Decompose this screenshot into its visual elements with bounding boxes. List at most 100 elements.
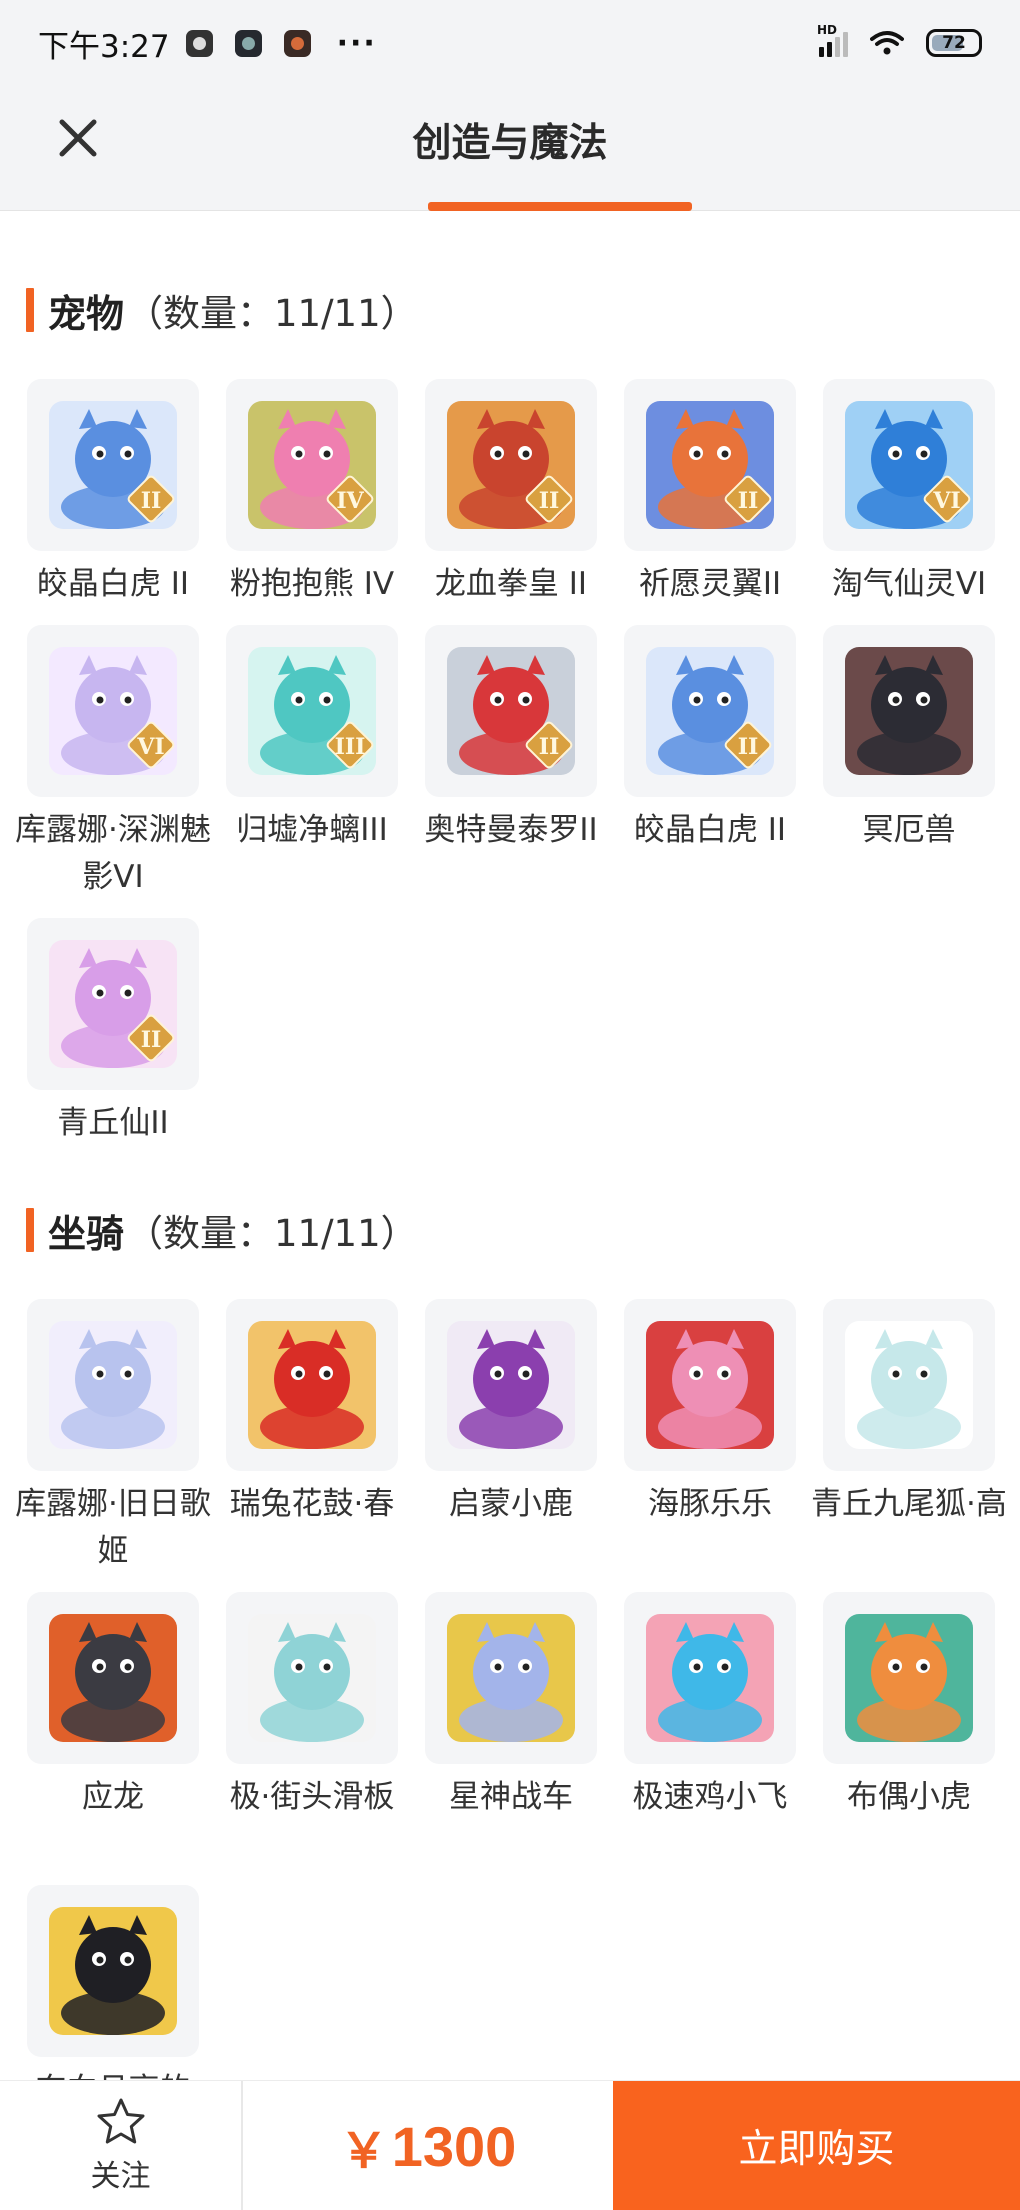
item-thumbnail (823, 1592, 995, 1764)
network-type: HD (817, 23, 838, 37)
item-card[interactable]: II 龙血拳皇 II (425, 379, 597, 608)
section-title-mounts: 坐骑 （数量：11/11） (26, 1205, 418, 1256)
item-thumbnail (425, 1299, 597, 1471)
pink-bear-icon: IV (248, 401, 376, 529)
item-thumbnail (823, 1299, 995, 1471)
item-card[interactable]: 星神战车 (425, 1592, 597, 1821)
star-icon (97, 2098, 144, 2144)
dark-beast-icon (845, 647, 973, 775)
item-label: 极速鸡小飞 (632, 1779, 788, 1815)
black-pig-icon (49, 1907, 177, 2035)
ultraman-icon: II (447, 647, 575, 775)
item-card[interactable]: 奔向月亮的 (27, 1885, 199, 2080)
item-card[interactable]: VI 库露娜·深渊魅影VI (15, 625, 211, 901)
page-header: 创造与魔法 (0, 86, 1020, 211)
item-card[interactable]: 启蒙小鹿 (425, 1299, 597, 1528)
item-label: 布偶小虎 (847, 1779, 971, 1815)
battery-level: 72 (942, 33, 966, 53)
fairy-girl-icon: VI (49, 647, 177, 775)
status-indicators: HD 72 (817, 23, 982, 57)
spirit-bird-icon: II (646, 401, 774, 529)
item-card[interactable]: II 青丘仙II (27, 918, 199, 1147)
item-card[interactable]: III 归墟净螭III (226, 625, 398, 854)
follow-button[interactable]: 关注 (0, 2081, 243, 2210)
item-card[interactable]: II 皎晶白虎 II (27, 379, 199, 608)
drum-rabbit-icon (248, 1321, 376, 1449)
item-thumbnail: II (624, 379, 796, 551)
item-thumbnail: II (624, 625, 796, 797)
bottom-bar: 关注 ￥ 1300 立即购买 (0, 2080, 1020, 2210)
item-card[interactable]: 布偶小虎 (823, 1592, 995, 1821)
item-label: 奥特曼泰罗II (424, 812, 598, 848)
jade-dragon-icon: III (248, 647, 376, 775)
item-thumbnail (624, 1299, 796, 1471)
section-count: （数量：11/11） (126, 292, 418, 335)
item-card[interactable]: II 奥特曼泰罗II (424, 625, 598, 854)
item-card[interactable]: VI 淘气仙灵VI (823, 379, 995, 608)
price-display: ￥ 1300 (243, 2081, 613, 2210)
item-thumbnail (624, 1592, 796, 1764)
pink-dolphin-icon (646, 1321, 774, 1449)
item-thumbnail: II (27, 379, 199, 551)
svg-text:VI: VI (932, 488, 960, 514)
fox-fairy-icon: II (49, 940, 177, 1068)
item-card[interactable]: 青丘九尾狐·高 (811, 1299, 1007, 1528)
item-card[interactable]: II 皎晶白虎 II (624, 625, 796, 854)
item-card[interactable]: II 祈愿灵翼II (624, 379, 796, 608)
svg-text:II: II (738, 488, 759, 514)
item-label: 星神战车 (449, 1779, 573, 1815)
wifi-icon (870, 31, 904, 55)
item-card[interactable]: 应龙 (27, 1592, 199, 1821)
svg-text:II: II (539, 488, 560, 514)
notification-game-icon (283, 29, 311, 57)
item-label: 龙血拳皇 II (434, 566, 588, 602)
svg-text:IV: IV (336, 488, 364, 514)
item-label: 青丘仙II (57, 1105, 169, 1141)
singer-girl-icon (49, 1321, 177, 1449)
notification-camera-icon (234, 29, 262, 57)
notification-app-icon (185, 29, 213, 57)
buy-now-button[interactable]: 立即购买 (613, 2081, 1020, 2210)
item-label: 淘气仙灵VI (831, 566, 987, 602)
title-underline (428, 202, 692, 211)
item-label: 皎晶白虎 II (633, 812, 787, 848)
item-label: 应龙 (82, 1779, 144, 1815)
item-card[interactable]: 极速鸡小飞 (624, 1592, 796, 1821)
item-card[interactable]: 极·街头滑板 (226, 1592, 398, 1821)
item-thumbnail: II (425, 625, 597, 797)
white-deer-icon (447, 1321, 575, 1449)
item-thumbnail (226, 1299, 398, 1471)
signal-icon: HD (817, 23, 848, 57)
svg-text:II: II (539, 734, 560, 760)
status-more: ··· (336, 25, 377, 61)
section-marker (26, 288, 34, 332)
svg-text:II: II (141, 488, 162, 514)
winged-dragon-icon (49, 1614, 177, 1742)
svg-text:II: II (738, 734, 759, 760)
item-thumbnail: VI (27, 625, 199, 797)
section-name: 坐骑 (48, 1211, 125, 1256)
white-tiger-icon: II (49, 401, 177, 529)
item-label: 奔向月亮的 (14, 2067, 212, 2080)
item-card[interactable]: 海豚乐乐 (624, 1299, 796, 1528)
content-scroll[interactable]: 宠物 （数量：11/11） II 皎晶白虎 II IV 粉抱抱熊 IV II 龙血拳皇 I… (0, 212, 1020, 2080)
item-thumbnail: II (27, 918, 199, 1090)
star-horse-icon (447, 1614, 575, 1742)
item-thumbnail: II (425, 379, 597, 551)
section-name: 宠物 (48, 291, 125, 336)
skateboard-icon (248, 1614, 376, 1742)
item-card[interactable]: 库露娜·旧日歌姬 (15, 1299, 211, 1575)
battery-icon: 72 (926, 29, 982, 57)
item-card[interactable]: IV 粉抱抱熊 IV (226, 379, 398, 608)
item-card[interactable]: 冥厄兽 (823, 625, 995, 854)
item-thumbnail (823, 625, 995, 797)
item-label: 粉抱抱熊 IV (229, 566, 395, 602)
item-thumbnail (27, 1299, 199, 1471)
status-time: 下午3:27 (38, 28, 170, 65)
page-title: 创造与魔法 (412, 121, 608, 166)
blue-puppy-icon: VI (845, 401, 973, 529)
item-card[interactable]: 瑞兔花鼓·春 (226, 1299, 398, 1528)
item-thumbnail (27, 1885, 199, 2057)
item-thumbnail (226, 1592, 398, 1764)
svg-text:II: II (141, 1027, 162, 1053)
